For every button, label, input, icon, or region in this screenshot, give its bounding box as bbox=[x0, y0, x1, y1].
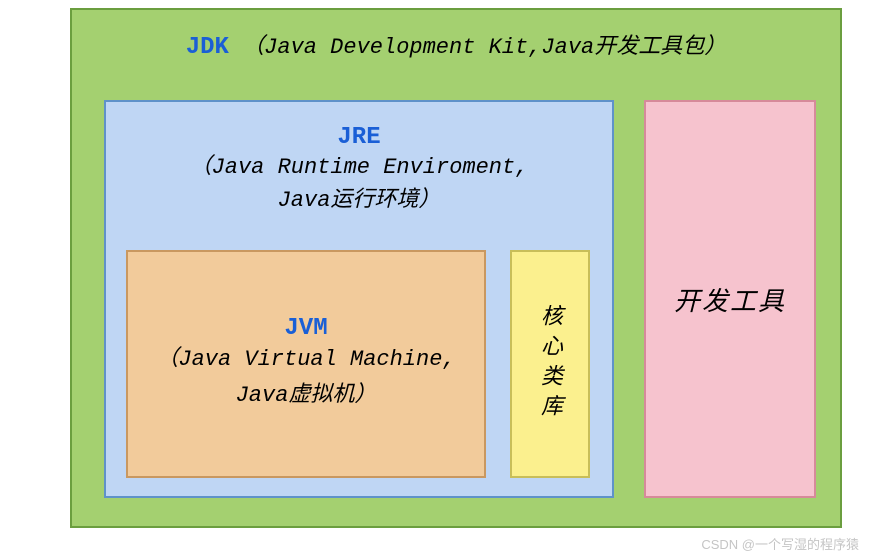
devtools-container: 开发工具 bbox=[644, 100, 816, 498]
watermark: CSDN @一个写湿的程序猿 bbox=[701, 534, 859, 553]
jvm-desc-line1: （Java Virtual Machine, bbox=[156, 342, 455, 377]
jre-title: JRE （Java Runtime Enviroment, Java运行环境） bbox=[106, 102, 612, 217]
corelib-label: 核心类库 bbox=[534, 304, 566, 424]
jdk-desc: （Java Development Kit,Java开发工具包） bbox=[242, 35, 726, 60]
jre-desc-line2: Java运行环境） bbox=[106, 184, 612, 217]
jvm-desc-line2: Java虚拟机） bbox=[236, 378, 377, 413]
jvm-label: JVM bbox=[284, 315, 327, 342]
devtools-label: 开发工具 bbox=[674, 281, 786, 318]
jre-label: JRE bbox=[337, 124, 380, 151]
jdk-label: JDK bbox=[186, 34, 229, 61]
jdk-title: JDK （Java Development Kit,Java开发工具包） bbox=[72, 10, 840, 61]
jdk-container: JDK （Java Development Kit,Java开发工具包） JRE… bbox=[70, 8, 842, 528]
corelib-container: 核心类库 bbox=[510, 250, 590, 478]
jre-desc-line1: （Java Runtime Enviroment, bbox=[106, 151, 612, 184]
jre-container: JRE （Java Runtime Enviroment, Java运行环境） … bbox=[104, 100, 614, 498]
jvm-container: JVM （Java Virtual Machine, Java虚拟机） bbox=[126, 250, 486, 478]
